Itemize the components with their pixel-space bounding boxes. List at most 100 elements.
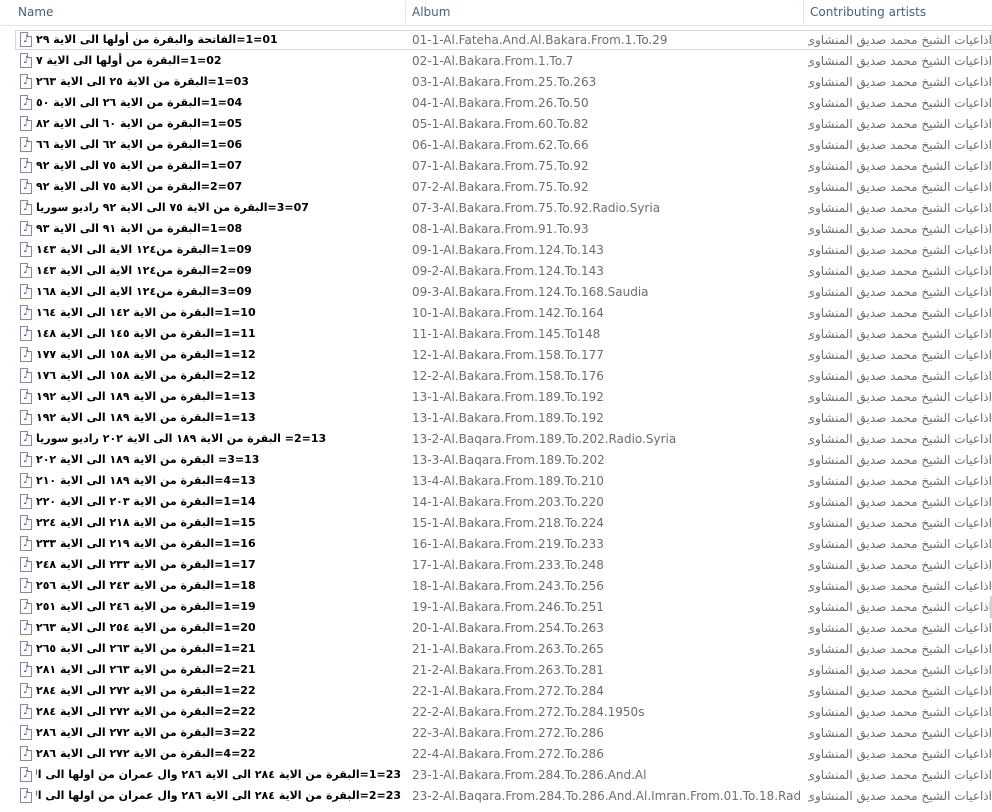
file-row[interactable]: ♪ 19=1=البقرة من الاية ٢٤٦ الى الاية ٢٥١ 1…	[0, 597, 992, 618]
file-name[interactable]: 09=3=البقرة من١٢٤ الاية الى الاية ١٦٨	[36, 282, 252, 303]
file-name[interactable]: 05=1=البقرة من الاية ٦٠ الى الاية ٨٢	[36, 114, 242, 135]
file-name[interactable]: 13=1=البقرة من الاية ١٨٩ الى الاية ١٩٢	[36, 408, 256, 429]
file-name[interactable]: 18=1=البقرة من الاية ٢٤٣ الى الاية ٢٥٦	[36, 576, 256, 597]
music-note-icon: ♪	[23, 223, 30, 234]
file-row[interactable]: ♪ 21=1=البقرة من الاية ٢٦٣ الى الاية ٢٦٥ 2…	[0, 639, 992, 660]
file-name[interactable]: 12=1=البقرة من الاية ١٥٨ الى الاية ١٧٧	[36, 345, 256, 366]
file-name[interactable]: 07=1=البقرة من الاية ٧٥ الى الاية ٩٢	[36, 156, 242, 177]
album-value: 08-1-Al.Bakara.From.91.To.93	[412, 222, 589, 236]
album-value: 10-1-Al.Bakara.From.142.To.164	[412, 306, 604, 320]
file-row[interactable]: ♪ 01=1=الفاتحة والبقرة من أولها الى الاية…	[0, 30, 992, 51]
file-name[interactable]: 22=1=البقرة من الاية ٢٧٢ الى الاية ٢٨٤	[36, 681, 256, 702]
artist-value: اذاعيات الشيخ محمد صديق المنشاوى	[808, 747, 992, 761]
file-name[interactable]: 12=2=البقرة من الاية ١٥٨ الى الاية ١٧٦	[36, 366, 256, 387]
file-name[interactable]: 21=2=البقرة من الاية ٢٦٣ الى الاية ٢٨١	[36, 660, 256, 681]
file-row[interactable]: ♪ 23=1=البقرة من الاية ٢٨٤ الى الاية ٢٨٦ …	[0, 765, 992, 786]
file-row[interactable]: ♪ 13=1=البقرة من الاية ١٨٩ الى الاية ١٩٢ 1…	[0, 408, 992, 429]
file-name[interactable]: 09=1=البقرة من١٢٤ الاية الى الاية ١٤٣	[36, 240, 252, 261]
file-row[interactable]: ♪ 16=1=البقرة من الاية ٢١٩ الى الاية ٢٣٣ 1…	[0, 534, 992, 555]
music-note-icon: ♪	[23, 202, 30, 213]
file-name[interactable]: 13=2= البقرة من الاية ١٨٩ الى الاية ٢٠٢ …	[36, 429, 326, 450]
album-value: 17-1-Al.Bakara.From.233.To.248	[412, 558, 604, 572]
file-row[interactable]: ♪ 12=1=البقرة من الاية ١٥٨ الى الاية ١٧٧ 1…	[0, 345, 992, 366]
music-note-icon: ♪	[23, 181, 30, 192]
file-row[interactable]: ♪ 23=2=البقرة من الاية ٢٨٤ الى الاية ٢٨٦ …	[0, 786, 992, 807]
album-value: 22-3-Al.Bakara.From.272.To.286	[412, 726, 604, 740]
file-row[interactable]: ♪ 21=2=البقرة من الاية ٢٦٣ الى الاية ٢٨١ 2…	[0, 660, 992, 681]
file-name[interactable]: 19=1=البقرة من الاية ٢٤٦ الى الاية ٢٥١	[36, 597, 256, 618]
file-row[interactable]: ♪ 09=1=البقرة من١٢٤ الاية الى الاية ١٤٣ 09…	[0, 240, 992, 261]
file-name[interactable]: 09=2=البقرة من١٢٤ الاية الى الاية ١٤٣	[36, 261, 252, 282]
file-row[interactable]: ♪ 18=1=البقرة من الاية ٢٤٣ الى الاية ٢٥٦ 1…	[0, 576, 992, 597]
file-name[interactable]: 06=1=البقرة من الاية ٦٢ الى الاية ٦٦	[36, 135, 242, 156]
file-name[interactable]: 22=3=البقرة من الاية ٢٧٢ الى الاية ٢٨٦	[36, 723, 256, 744]
file-row[interactable]: ♪ 09=3=البقرة من١٢٤ الاية الى الاية ١٦٨ 09…	[0, 282, 992, 303]
artist-value: اذاعيات الشيخ محمد صديق المنشاوى	[808, 390, 992, 404]
file-row[interactable]: ♪ 07=2=البقرة من الاية ٧٥ الى الاية ٩٢ 07-…	[0, 177, 992, 198]
file-name[interactable]: 22=2=البقرة من الاية ٢٧٢ الى الاية ٢٨٤	[36, 702, 256, 723]
file-row[interactable]: ♪ 22=3=البقرة من الاية ٢٧٢ الى الاية ٢٨٦ 2…	[0, 723, 992, 744]
file-row[interactable]: ♪ 03=1=البقرة من الاية ٢٥ الى الاية ٢٦٣ 03…	[0, 72, 992, 93]
album-value: 13-1-Al.Bakara.From.189.To.192	[412, 411, 604, 425]
file-name[interactable]: 22=4=البقرة من الاية ٢٧٢ الى الاية ٢٨٦	[36, 744, 256, 765]
artist-value: اذاعيات الشيخ محمد صديق المنشاوى	[808, 621, 992, 635]
music-note-icon: ♪	[23, 685, 30, 696]
file-row[interactable]: ♪ 06=1=البقرة من الاية ٦٢ الى الاية ٦٦ 06-…	[0, 135, 992, 156]
column-header-name[interactable]: Name	[12, 0, 405, 25]
file-name[interactable]: 08=1=البقرة من الاية ٩١ الى الاية ٩٣	[36, 219, 242, 240]
music-note-icon: ♪	[23, 328, 30, 339]
music-note-icon: ♪	[23, 496, 30, 507]
audio-file-icon: ♪	[20, 536, 32, 551]
file-name[interactable]: 01=1=الفاتحة والبقرة من أولها الى الاية …	[36, 30, 278, 51]
audio-file-icon: ♪	[20, 683, 32, 698]
file-row[interactable]: ♪ 11=1=البقرة من الاية ١٤٥ الى الاية ١٤٨ 1…	[0, 324, 992, 345]
file-name[interactable]: 13=3= البقرة من الاية ١٨٩ الى الاية ٢٠٢	[36, 450, 259, 471]
file-name[interactable]: 13=1=البقرة من الاية ١٨٩ الى الاية ١٩٢	[36, 387, 256, 408]
audio-file-icon: ♪	[20, 326, 32, 341]
file-row[interactable]: ♪ 13=4=البقرة من الاية ١٨٩ الى الاية ٢١٠ 1…	[0, 471, 992, 492]
album-value: 07-3-Al.Bakara.From.75.To.92.Radio.Syria	[412, 201, 661, 215]
file-row[interactable]: ♪ 10=1=البقرة من الاية ١٤٢ الى الاية ١٦٤ 1…	[0, 303, 992, 324]
audio-file-icon: ♪	[20, 305, 32, 320]
file-name[interactable]: 14=1=البقرة من الاية ٢٠٣ الى الاية ٢٢٠	[36, 492, 256, 513]
file-name[interactable]: 10=1=البقرة من الاية ١٤٢ الى الاية ١٦٤	[36, 303, 256, 324]
file-row[interactable]: ♪ 12=2=البقرة من الاية ١٥٨ الى الاية ١٧٦ 1…	[0, 366, 992, 387]
file-row[interactable]: ♪ 04=1=البقرة من الاية ٢٦ الى الاية ٥٠ 04-…	[0, 93, 992, 114]
audio-file-icon: ♪	[20, 116, 32, 131]
column-header-album[interactable]: Album	[405, 0, 803, 25]
file-row[interactable]: ♪ 07=1=البقرة من الاية ٧٥ الى الاية ٩٢ 07-…	[0, 156, 992, 177]
file-row[interactable]: ♪ 14=1=البقرة من الاية ٢٠٣ الى الاية ٢٢٠ 1…	[0, 492, 992, 513]
music-note-icon: ♪	[23, 370, 30, 381]
file-name[interactable]: 07=2=البقرة من الاية ٧٥ الى الاية ٩٢	[36, 177, 242, 198]
file-name[interactable]: 23=2=البقرة من الاية ٢٨٤ الى الاية ٢٨٦ و…	[36, 786, 401, 807]
file-row[interactable]: ♪ 20=1=البقرة من الاية ٢٥٤ الى الاية ٢٦٣ 2…	[0, 618, 992, 639]
file-name[interactable]: 15=1=البقرة من الاية ٢١٨ الى الاية ٢٢٤	[36, 513, 256, 534]
file-name[interactable]: 07=3=البقرة من الاية ٧٥ الى الاية ٩٢ راد…	[36, 198, 309, 219]
file-name[interactable]: 21=1=البقرة من الاية ٢٦٣ الى الاية ٢٦٥	[36, 639, 256, 660]
file-row[interactable]: ♪ 15=1=البقرة من الاية ٢١٨ الى الاية ٢٢٤ 1…	[0, 513, 992, 534]
file-row[interactable]: ♪ 13=1=البقرة من الاية ١٨٩ الى الاية ١٩٢ 1…	[0, 387, 992, 408]
album-value: 21-2-Al.Bakara.From.263.To.281	[412, 663, 604, 677]
column-header-contributing-artists[interactable]: Contributing artists	[803, 0, 992, 25]
file-row[interactable]: ♪ 22=4=البقرة من الاية ٢٧٢ الى الاية ٢٨٦ 2…	[0, 744, 992, 765]
file-row[interactable]: ♪ 13=2= البقرة من الاية ١٨٩ الى الاية ٢٠٢…	[0, 429, 992, 450]
file-name[interactable]: 17=1=البقرة من الاية ٢٣٣ الى الاية ٢٤٨	[36, 555, 256, 576]
file-row[interactable]: ♪ 09=2=البقرة من١٢٤ الاية الى الاية ١٤٣ 09…	[0, 261, 992, 282]
file-name[interactable]: 20=1=البقرة من الاية ٢٥٤ الى الاية ٢٦٣	[36, 618, 256, 639]
file-name[interactable]: 16=1=البقرة من الاية ٢١٩ الى الاية ٢٣٣	[36, 534, 256, 555]
file-name[interactable]: 02=1=البقرة من أولها الى الاية ٧	[36, 51, 222, 72]
file-row[interactable]: ♪ 02=1=البقرة من أولها الى الاية ٧ 02-1-Al…	[0, 51, 992, 72]
file-row[interactable]: ♪ 17=1=البقرة من الاية ٢٣٣ الى الاية ٢٤٨ 1…	[0, 555, 992, 576]
file-name[interactable]: 11=1=البقرة من الاية ١٤٥ الى الاية ١٤٨	[36, 324, 256, 345]
file-row[interactable]: ♪ 08=1=البقرة من الاية ٩١ الى الاية ٩٣ 08-…	[0, 219, 992, 240]
file-row[interactable]: ♪ 07=3=البقرة من الاية ٧٥ الى الاية ٩٢ را…	[0, 198, 992, 219]
file-name[interactable]: 13=4=البقرة من الاية ١٨٩ الى الاية ٢١٠	[36, 471, 256, 492]
file-name[interactable]: 23=1=البقرة من الاية ٢٨٤ الى الاية ٢٨٦ و…	[36, 765, 401, 786]
file-row[interactable]: ♪ 13=3= البقرة من الاية ١٨٩ الى الاية ٢٠٢…	[0, 450, 992, 471]
file-row[interactable]: ♪ 05=1=البقرة من الاية ٦٠ الى الاية ٨٢ 05-…	[0, 114, 992, 135]
audio-file-icon: ♪	[20, 704, 32, 719]
file-row[interactable]: ♪ 22=2=البقرة من الاية ٢٧٢ الى الاية ٢٨٤ 2…	[0, 702, 992, 723]
file-name[interactable]: 03=1=البقرة من الاية ٢٥ الى الاية ٢٦٣	[36, 72, 249, 93]
file-row[interactable]: ♪ 22=1=البقرة من الاية ٢٧٢ الى الاية ٢٨٤ 2…	[0, 681, 992, 702]
file-name[interactable]: 04=1=البقرة من الاية ٢٦ الى الاية ٥٠	[36, 93, 242, 114]
